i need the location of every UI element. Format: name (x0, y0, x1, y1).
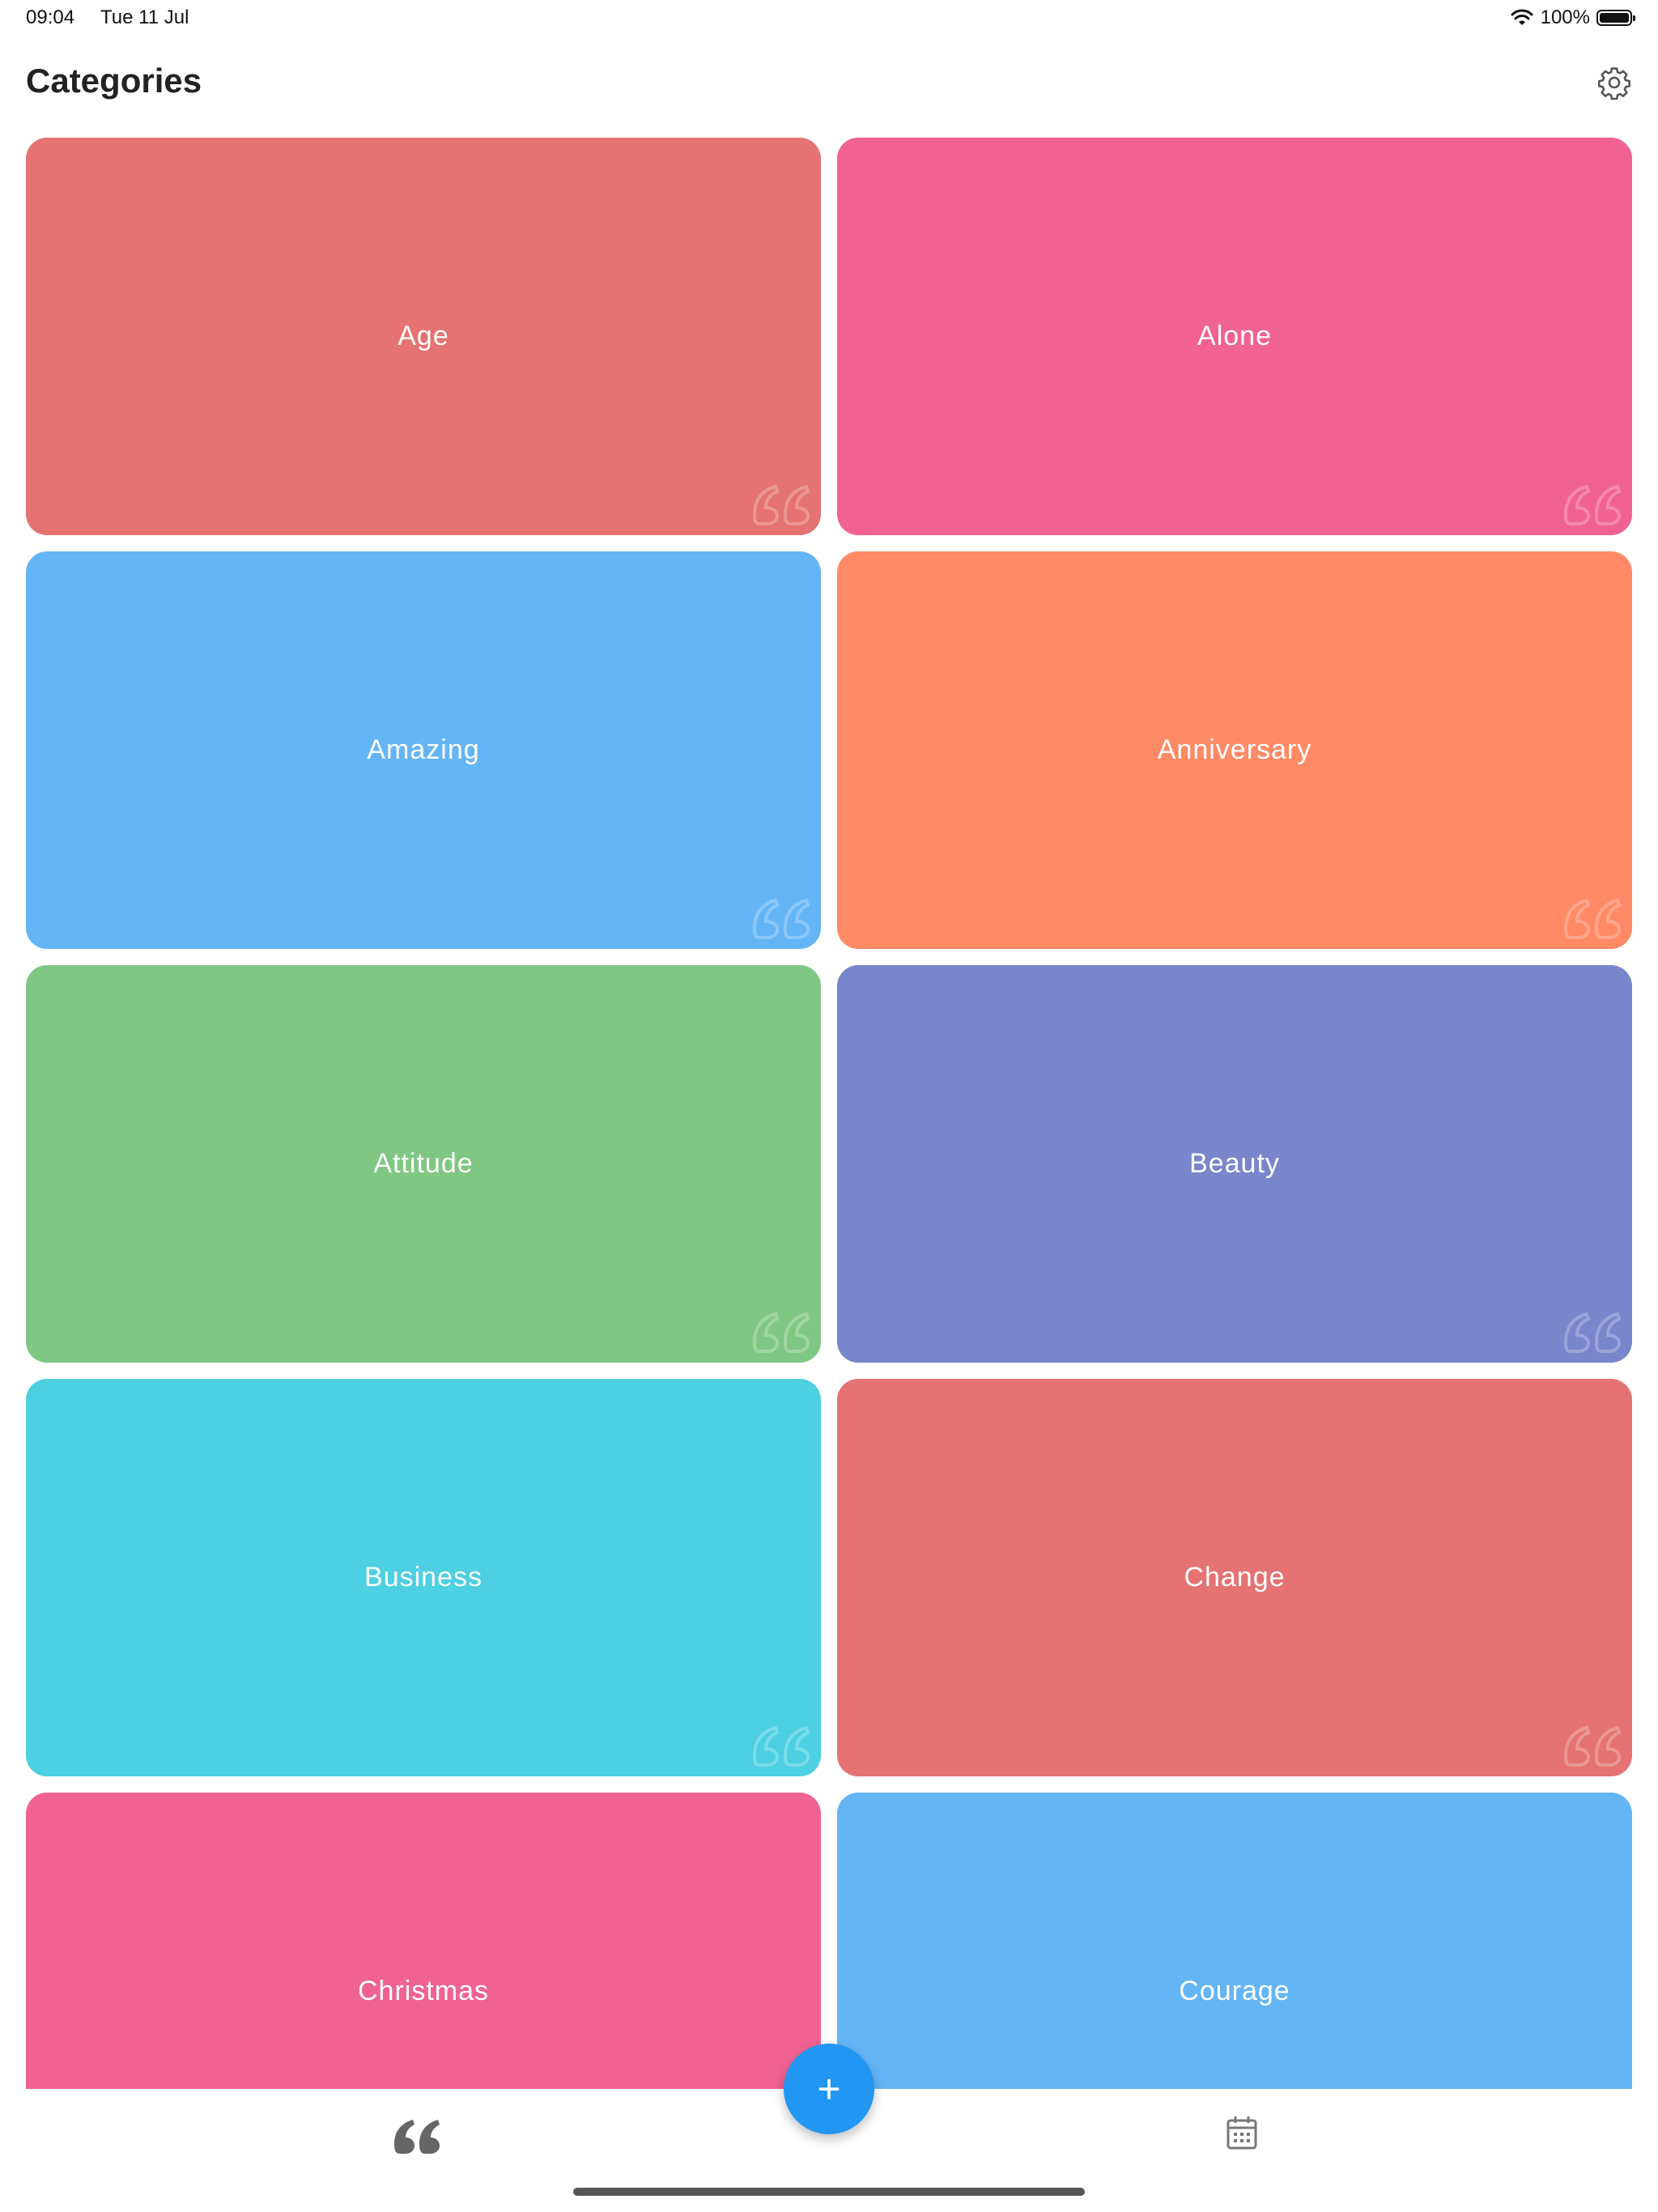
category-label: Courage (1179, 1976, 1290, 2006)
status-bar: 09:04 Tue 11 Jul 100% (0, 0, 1658, 39)
calendar-icon[interactable] (1226, 2115, 1258, 2150)
quote-icon (1564, 484, 1622, 525)
status-date: Tue 11 Jul (100, 6, 189, 28)
categories-screen: 09:04 Tue 11 Jul 100% Categories Age Alo… (0, 0, 1658, 2212)
quote-icon (1564, 1312, 1622, 1353)
category-card-amazing[interactable]: Amazing (26, 551, 821, 949)
category-label: Christmas (357, 1976, 490, 2006)
gear-icon[interactable] (1596, 65, 1632, 100)
category-label: Business (364, 1562, 483, 1593)
category-label: Beauty (1189, 1148, 1280, 1179)
quote-icon (1564, 898, 1622, 939)
quote-icon (753, 898, 810, 939)
battery-icon (1596, 10, 1635, 26)
quote-icon (1564, 1725, 1622, 1767)
category-grid: Age Alone Amazing Anniversary Attitude B… (26, 138, 1632, 2089)
category-card-business[interactable]: Business (26, 1379, 821, 1776)
quote-icon (753, 1725, 810, 1767)
page-title: Categories (26, 62, 202, 100)
category-label: Amazing (367, 734, 480, 765)
status-indicators: 100% (1510, 6, 1635, 29)
category-card-beauty[interactable]: Beauty (837, 965, 1632, 1363)
category-label: Anniversary (1157, 734, 1312, 765)
battery-percent: 100% (1540, 6, 1590, 28)
category-card-christmas[interactable]: Christmas (26, 1793, 821, 2089)
home-indicator (573, 2188, 1085, 2196)
plus-icon: + (817, 2066, 841, 2112)
status-time: 09:04 (26, 6, 75, 28)
category-label: Age (397, 321, 449, 351)
category-card-change[interactable]: Change (837, 1379, 1632, 1776)
category-card-attitude[interactable]: Attitude (26, 965, 821, 1363)
quote-icon (753, 1312, 810, 1353)
category-card-alone[interactable]: Alone (837, 138, 1632, 535)
category-card-age[interactable]: Age (26, 138, 821, 535)
wifi-icon (1511, 9, 1533, 25)
category-label: Attitude (373, 1148, 474, 1179)
add-category-button[interactable]: + (784, 2044, 874, 2134)
quote-icon (753, 484, 810, 525)
category-label: Change (1184, 1562, 1286, 1593)
category-card-courage[interactable]: Courage (837, 1793, 1632, 2089)
quote-icon[interactable] (393, 2118, 442, 2157)
category-card-anniversary[interactable]: Anniversary (837, 551, 1632, 949)
category-label: Alone (1197, 321, 1272, 351)
